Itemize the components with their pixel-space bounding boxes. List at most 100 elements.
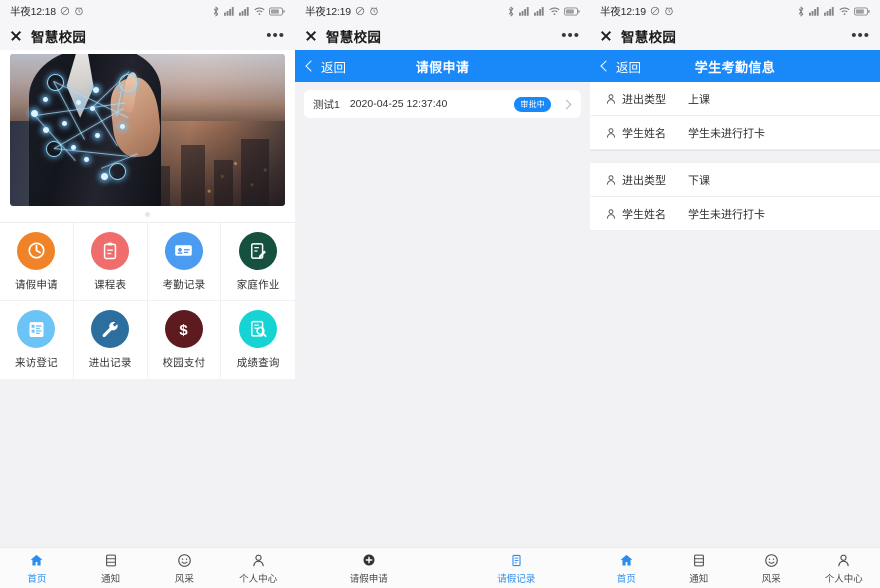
- row-label: 进出类型: [622, 174, 666, 187]
- tab-leave-application[interactable]: 请假申请: [295, 552, 443, 585]
- wechat-appbar: 智慧校园 •••: [295, 22, 590, 50]
- grid-item-label: 进出记录: [88, 357, 132, 369]
- screen-attendance: 半夜12:19 智慧校园 ••• 返回 学生考勤信息 进出类型 上课 学生姓名 …: [590, 0, 880, 588]
- wechat-appbar: 智慧校园 •••: [590, 22, 880, 50]
- signal-icon: [239, 6, 250, 16]
- back-button[interactable]: 返回: [305, 57, 347, 76]
- page-title: 智慧校园: [31, 30, 87, 45]
- table-row[interactable]: 学生姓名 学生未进行打卡: [590, 116, 880, 150]
- tab-label: 风采: [761, 573, 781, 585]
- person-icon: [604, 92, 617, 105]
- alarm-icon: [369, 6, 379, 16]
- grid-item-label: 校园支付: [162, 357, 206, 369]
- banner-image[interactable]: [10, 54, 285, 206]
- home-icon: [29, 552, 44, 569]
- feature-grid: 请假申请 课程表 考勤记录 家庭作业 来访登记 进出记录 $ 校园支付 成绩查询: [0, 222, 295, 379]
- tab-label: 个人中心: [824, 573, 863, 585]
- close-icon[interactable]: [10, 30, 22, 42]
- appbar-left-group: 智慧校园: [305, 26, 381, 46]
- status-bar-right: [507, 5, 580, 17]
- grid-item-campus-payment[interactable]: $ 校园支付: [148, 301, 222, 379]
- close-icon[interactable]: [305, 30, 317, 42]
- table-row[interactable]: 进出类型 下课: [590, 163, 880, 197]
- back-label: 返回: [321, 60, 347, 75]
- home-icon: [619, 552, 634, 569]
- chevron-right-icon[interactable]: [561, 99, 572, 109]
- home-content-filler: [0, 379, 295, 547]
- status-bar: 半夜12:18: [0, 0, 295, 22]
- grid-item-leave-application[interactable]: 请假申请: [0, 223, 74, 301]
- network-node: [30, 110, 38, 118]
- banner-building: [213, 160, 233, 206]
- signal-icon: [809, 6, 820, 16]
- attendance-content-filler: [590, 231, 880, 547]
- wrench-icon: [91, 310, 130, 348]
- tab-home[interactable]: 首页: [590, 552, 663, 585]
- tab-notifications[interactable]: 通知: [74, 552, 148, 585]
- network-node: [89, 105, 95, 111]
- more-dots-icon[interactable]: •••: [851, 28, 870, 43]
- person-icon: [604, 126, 617, 139]
- tab-showcase[interactable]: 风采: [148, 552, 222, 585]
- battery-icon: [564, 7, 580, 16]
- grid-item-homework[interactable]: 家庭作业: [221, 223, 295, 301]
- group-separator: [590, 150, 880, 163]
- table-row[interactable]: 学生姓名 学生未进行打卡: [590, 197, 880, 231]
- page-title: 智慧校园: [621, 30, 677, 45]
- row-label: 学生姓名: [622, 127, 666, 140]
- appbar-left-group: 智慧校园: [600, 26, 676, 46]
- banner-building: [180, 145, 206, 206]
- tab-profile[interactable]: 个人中心: [808, 552, 880, 585]
- list-box-icon: [17, 310, 56, 348]
- bell-doc-icon: [104, 552, 118, 569]
- tab-home[interactable]: 首页: [0, 552, 74, 585]
- carousel-dot[interactable]: [145, 211, 150, 217]
- table-row[interactable]: 进出类型 上课: [590, 82, 880, 116]
- network-node: [120, 123, 125, 129]
- page-header: 返回 学生考勤信息: [590, 50, 880, 82]
- id-card-icon: [164, 231, 203, 270]
- list-item[interactable]: 测试1 2020-04-25 12:37:40 审批中: [304, 90, 581, 118]
- grid-item-timetable[interactable]: 课程表: [73, 223, 148, 301]
- tab-label: 首页: [616, 573, 636, 585]
- close-icon[interactable]: [600, 30, 612, 42]
- grid-item-label: 来访登记: [14, 357, 58, 369]
- appbar-left-group: 智慧校园: [10, 26, 86, 46]
- grid-item-grade-query[interactable]: 成绩查询: [221, 301, 295, 379]
- network-node: [100, 172, 108, 180]
- tab-profile[interactable]: 个人中心: [221, 552, 295, 585]
- person-icon: [251, 552, 266, 569]
- row-label: 学生姓名: [622, 208, 666, 221]
- status-bar-right: [212, 5, 285, 17]
- grid-item-visitor-registration[interactable]: 来访登记: [0, 301, 74, 379]
- wifi-icon: [549, 7, 560, 16]
- grid-item-entry-exit-record[interactable]: 进出记录: [74, 301, 148, 379]
- grid-item-attendance-record[interactable]: 考勤记录: [147, 223, 222, 301]
- plus-circle-icon: [362, 552, 376, 569]
- tab-leave-records[interactable]: 请假记录: [443, 552, 591, 585]
- banner-carousel[interactable]: [0, 50, 295, 222]
- mute-icon: [60, 6, 70, 16]
- more-dots-icon[interactable]: •••: [266, 28, 285, 43]
- status-bar-right: [797, 5, 870, 17]
- clock-icon: [17, 231, 56, 270]
- network-node: [92, 87, 99, 94]
- pencil-note-icon: [239, 231, 278, 270]
- tab-notifications[interactable]: 通知: [663, 552, 736, 585]
- search-doc-icon: [239, 310, 278, 348]
- bell-doc-icon: [692, 552, 706, 569]
- network-node-ring: [47, 73, 65, 91]
- grid-item-label: 请假申请: [14, 278, 58, 291]
- tab-showcase[interactable]: 风采: [735, 552, 808, 585]
- carousel-indicator: [10, 206, 285, 222]
- dollar-icon: $: [164, 310, 203, 348]
- back-button[interactable]: 返回: [600, 57, 641, 76]
- wechat-appbar: 智慧校园 •••: [0, 22, 295, 50]
- mute-icon: [650, 6, 660, 16]
- more-dots-icon[interactable]: •••: [561, 28, 580, 43]
- row-value: 学生未进行打卡: [688, 127, 765, 140]
- page-title: 智慧校园: [326, 30, 382, 45]
- banner-building: [241, 139, 269, 206]
- attendance-group: 进出类型 下课 学生姓名 学生未进行打卡: [590, 163, 880, 231]
- row-value: 下课: [688, 174, 710, 187]
